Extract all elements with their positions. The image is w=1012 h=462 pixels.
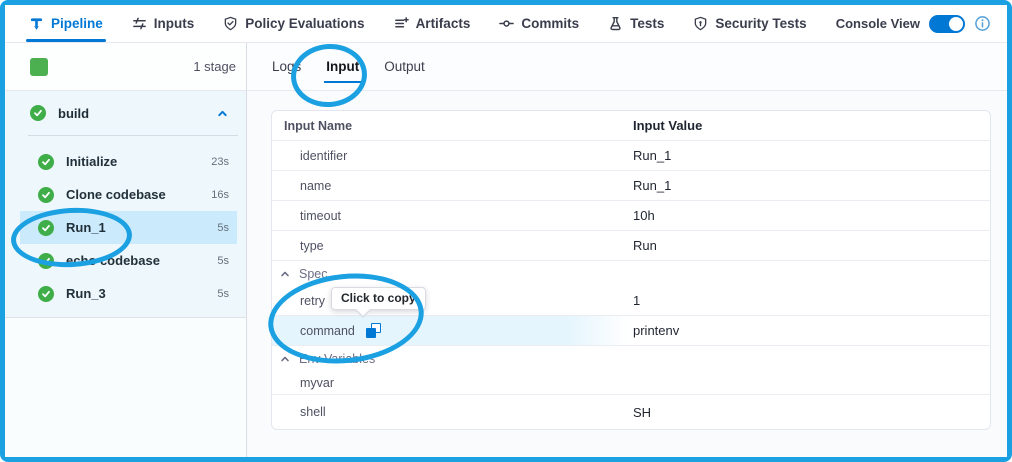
input-value-label: Run <box>630 238 990 253</box>
input-name-label: retry <box>300 294 325 308</box>
input-name-label: myvar <box>300 376 334 390</box>
step-name-label: echo codebase <box>66 253 160 268</box>
nav-tab-label: Security Tests <box>715 16 806 31</box>
stage-summary-header: 1 stage <box>5 43 246 91</box>
info-icon[interactable] <box>974 15 991 32</box>
section-name-label: Env Variables <box>299 352 375 366</box>
nav-tab-label: Policy Evaluations <box>245 16 364 31</box>
table-row-name[interactable]: name Run_1 <box>272 171 990 201</box>
step-details-panel: Logs Input Output Input Name Input Value… <box>247 43 1007 457</box>
step-name-label: Initialize <box>66 154 117 169</box>
table-row-timeout[interactable]: timeout 10h <box>272 201 990 231</box>
step-name-label: Run_3 <box>66 286 106 301</box>
step-row-initialize[interactable]: Initialize 23s <box>20 145 237 178</box>
nav-tab-label: Commits <box>521 16 579 31</box>
step-row-run-1[interactable]: Run_1 5s <box>20 211 237 244</box>
column-header-input-name: Input Name <box>272 119 630 133</box>
input-value-label: printenv <box>630 323 990 338</box>
table-row-command[interactable]: command printenv <box>272 316 990 346</box>
input-name-label: identifier <box>300 149 347 163</box>
step-row-run-3[interactable]: Run_3 5s <box>20 277 237 310</box>
table-section-env-variables[interactable]: Env Variables <box>272 346 990 371</box>
success-check-icon <box>38 286 54 302</box>
tab-input[interactable]: Input <box>324 55 361 78</box>
console-view-controls: Console View <box>836 15 1007 33</box>
nav-tab-label: Tests <box>630 16 664 31</box>
inputs-icon <box>132 16 147 31</box>
step-row-clone-codebase[interactable]: Clone codebase 16s <box>20 178 237 211</box>
step-duration-label: 5s <box>217 222 229 234</box>
nav-tab-pipeline[interactable]: Pipeline <box>29 5 103 42</box>
success-check-icon <box>38 253 54 269</box>
input-name-label: command <box>300 324 355 338</box>
tab-logs[interactable]: Logs <box>270 55 303 78</box>
stage-row-build[interactable]: build <box>5 91 246 135</box>
table-row-myvar[interactable]: myvar <box>272 371 990 395</box>
section-name-label: Spec <box>299 267 328 281</box>
input-name-label: shell <box>300 405 326 419</box>
step-duration-label: 23s <box>211 156 229 168</box>
pipeline-execution-page: { "colors": { "accent_blue": "#0278d5", … <box>0 0 1012 462</box>
input-name-label: timeout <box>300 209 341 223</box>
success-check-icon <box>38 187 54 203</box>
stage-section-build: build Initialize 23s Clone codebase 16s <box>5 91 246 318</box>
step-duration-label: 5s <box>217 288 229 300</box>
step-duration-label: 16s <box>211 189 229 201</box>
step-row-echo-codebase[interactable]: echo codebase 5s <box>20 244 237 277</box>
policy-evaluations-icon <box>223 16 238 31</box>
input-name-label: name <box>300 179 331 193</box>
nav-tab-label: Inputs <box>154 16 195 31</box>
chevron-up-icon[interactable] <box>279 353 291 365</box>
step-name-label: Clone codebase <box>66 187 166 202</box>
security-tests-icon <box>693 16 708 31</box>
table-section-spec[interactable]: Spec <box>272 261 990 286</box>
chevron-up-icon[interactable] <box>279 268 291 280</box>
pipeline-icon <box>29 16 44 31</box>
success-check-icon <box>38 154 54 170</box>
nav-tab-artifacts[interactable]: Artifacts <box>394 5 471 42</box>
tests-icon <box>608 16 623 31</box>
step-duration-label: 5s <box>217 255 229 267</box>
copy-icon[interactable] <box>366 323 381 338</box>
success-check-icon <box>30 105 46 121</box>
click-to-copy-tooltip: Click to copy <box>331 287 426 310</box>
input-value-label: 10h <box>630 208 990 223</box>
input-value-label: Run_1 <box>630 178 990 193</box>
nav-tab-inputs[interactable]: Inputs <box>132 5 195 42</box>
nav-tab-tests[interactable]: Tests <box>608 5 664 42</box>
input-value-label: Run_1 <box>630 148 990 163</box>
nav-tab-label: Artifacts <box>416 16 471 31</box>
table-row-type[interactable]: type Run <box>272 231 990 261</box>
stage-status-square <box>30 58 48 76</box>
table-row-shell[interactable]: shell SH <box>272 395 990 429</box>
top-navigation: Pipeline Inputs Policy Evaluations Artif… <box>5 5 1007 43</box>
console-view-label: Console View <box>836 16 920 31</box>
nav-tab-security-tests[interactable]: Security Tests <box>693 5 806 42</box>
input-value-label: SH <box>630 405 990 420</box>
artifacts-icon <box>394 16 409 31</box>
tab-output[interactable]: Output <box>382 55 427 78</box>
commits-icon <box>499 16 514 31</box>
table-row-identifier[interactable]: identifier Run_1 <box>272 141 990 171</box>
table-header-row: Input Name Input Value <box>272 111 990 141</box>
chevron-up-icon[interactable] <box>216 107 229 120</box>
nav-tab-label: Pipeline <box>51 16 103 31</box>
input-value-label: 1 <box>630 293 990 308</box>
stage-name-label: build <box>58 106 89 121</box>
execution-sidebar: 1 stage build Initialize 23s <box>5 43 247 457</box>
console-view-toggle[interactable] <box>929 15 965 33</box>
nav-tab-policy-evaluations[interactable]: Policy Evaluations <box>223 5 364 42</box>
input-table-card: Input Name Input Value identifier Run_1 … <box>271 110 991 430</box>
column-header-input-value: Input Value <box>630 118 990 133</box>
step-details-tabbar: Logs Input Output <box>247 43 1007 91</box>
stage-count-label: 1 stage <box>193 59 236 74</box>
step-name-label: Run_1 <box>66 220 106 235</box>
input-name-label: type <box>300 239 324 253</box>
steps-list: Initialize 23s Clone codebase 16s Run_1 … <box>5 136 246 310</box>
nav-tab-commits[interactable]: Commits <box>499 5 579 42</box>
toggle-knob <box>949 17 963 31</box>
success-check-icon <box>38 220 54 236</box>
